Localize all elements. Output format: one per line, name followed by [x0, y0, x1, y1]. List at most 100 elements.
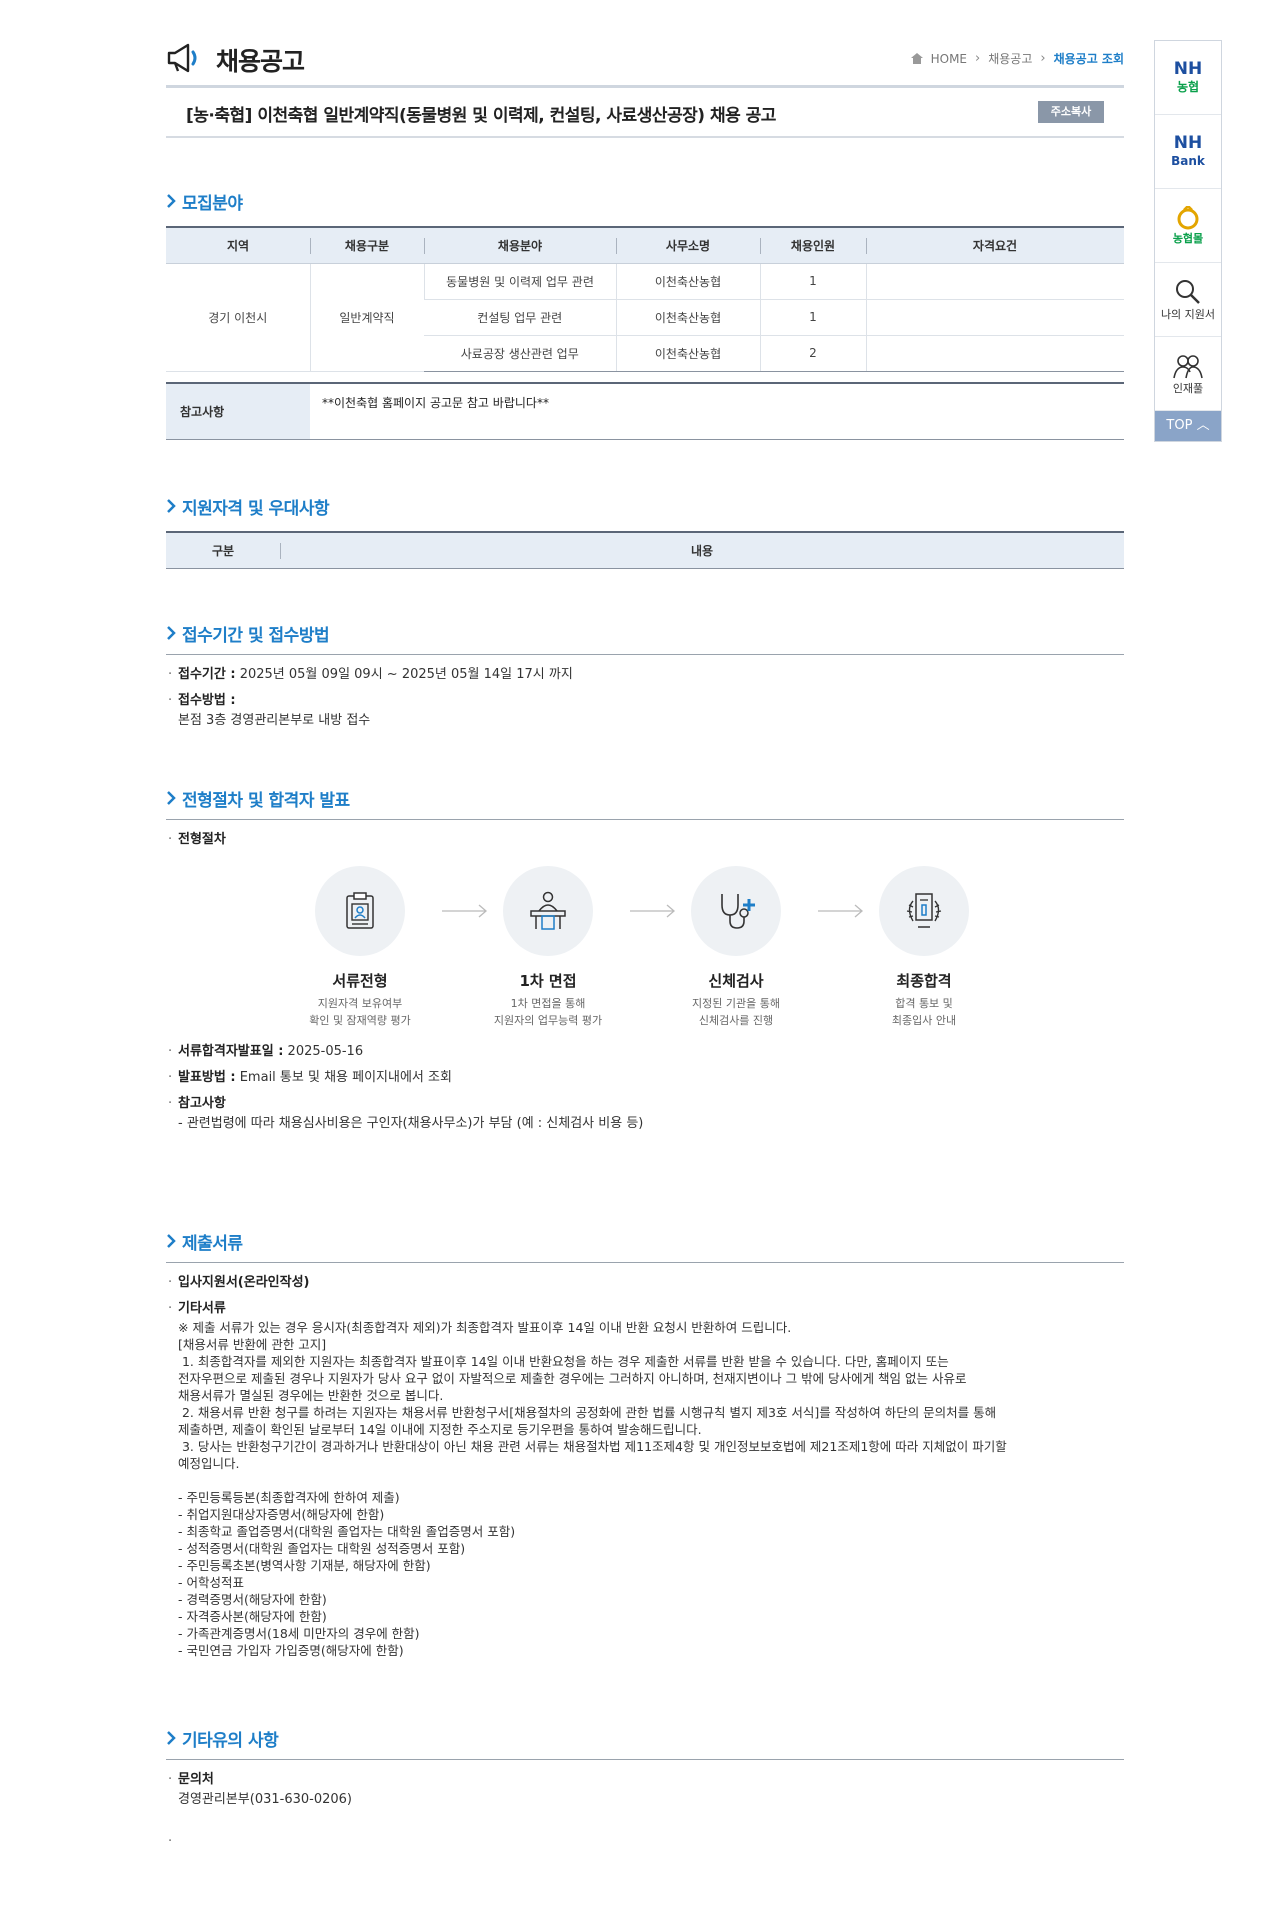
breadcrumb: HOME › 채용공고 › 채용공고 조회 — [910, 50, 1124, 67]
nh-mall-icon — [1177, 205, 1199, 229]
col-header: 구분 — [166, 531, 280, 569]
step-title: 1차 면접 — [519, 972, 577, 990]
section-chevron-icon — [167, 791, 176, 805]
quick-nh-mall[interactable]: 농협몰 — [1155, 189, 1221, 263]
nh-logo: NH 농협 — [1173, 58, 1203, 94]
step-interview: 1차 면접 1차 면접을 통해 지원자의 업무능력 평가 — [468, 866, 628, 1029]
office-cell: 이천축산농협 — [615, 335, 760, 372]
step-desc: 지정된 기관을 통해 신체검사를 진행 — [692, 997, 780, 1027]
clipboard-icon — [346, 892, 374, 929]
announce-date: 서류합격자발표일 : 2025-05-16 — [166, 1042, 1124, 1062]
note-value: **이천축협 홈페이지 공고문 참고 바랍니다** — [322, 395, 549, 410]
chevron-up-icon: ︿ — [1196, 418, 1210, 433]
qualify-section: 지원자격 및 우대사항 구분 내용 — [166, 493, 1124, 569]
interview-icon — [530, 891, 566, 930]
recruit-note: 참고사항 **이천축협 홈페이지 공고문 참고 바랍니다** — [166, 381, 1124, 440]
page-header: 채용공고 HOME › 채용공고 › 채용공고 조회 — [166, 0, 1124, 88]
region-cell: 경기 이천시 — [166, 263, 310, 372]
req-cell — [865, 335, 1124, 372]
my-application-label: 나의 지원서 — [1160, 307, 1216, 321]
col-header: 지역 — [166, 226, 310, 264]
process-label: 전형절차 — [166, 830, 1124, 850]
recruit-table: 지역 채용구분 채용분야 사무소명 채용인원 자격요건 경기 이천시 일반계약직… — [166, 226, 1124, 372]
field-cell: 컨설팅 업무 관련 — [424, 299, 616, 336]
step-desc: 합격 통보 및 최종입사 안내 — [891, 997, 957, 1027]
step-desc: 1차 면접을 통해 지원자의 업무능력 평가 — [493, 997, 603, 1027]
col-header: 채용인원 — [760, 226, 866, 264]
req-cell — [865, 263, 1124, 300]
home-icon — [910, 53, 923, 64]
section-title: 제출서류 — [182, 1233, 243, 1254]
col-header: 채용분야 — [424, 226, 616, 264]
section-chevron-icon — [167, 1731, 176, 1745]
docs-text: ※ 제출 서류가 있는 경우 응시자(최종합격자 제외)가 최종합격자 발표이후… — [178, 1320, 1007, 1658]
copy-address-button[interactable]: 주소복사 — [1038, 101, 1104, 123]
search-icon — [1176, 279, 1200, 304]
job-title-bar: [농·축협] 이천축협 일반계약직(동물병원 및 이력제, 컨설팅, 사료생산공… — [166, 88, 1124, 138]
section-chevron-icon — [167, 499, 176, 513]
section-title: 모집분야 — [182, 193, 243, 214]
count-cell: 1 — [759, 299, 866, 336]
nh-bank-logo: NH Bank — [1171, 132, 1205, 168]
announce-method: 발표방법 : Email 통보 및 채용 페이지내에서 조회 — [166, 1068, 1124, 1088]
table-row: 경기 이천시 일반계약직 동물병원 및 이력제 업무 관련 이천축산농협 1 — [166, 263, 1124, 372]
quick-talent-pool[interactable]: 인재풀 — [1155, 337, 1221, 411]
megaphone-icon — [167, 43, 197, 73]
quick-my-application[interactable]: 나의 지원서 — [1155, 263, 1221, 337]
office-cell: 이천축산농협 — [615, 263, 760, 300]
trailing-dot: · — [168, 1834, 173, 1849]
step-title: 서류전형 — [332, 972, 388, 990]
process-ref-value: - 관련법령에 따라 채용심사비용은 구인자(채용사무소)가 부담 (예 : 신… — [178, 1116, 644, 1131]
step-title: 최종합격 — [896, 972, 952, 990]
col-header: 내용 — [280, 531, 1124, 569]
step-desc: 지원자격 보유여부 확인 및 잠재역량 평가 — [309, 997, 411, 1027]
etc-section: 기타유의 사항 문의처 경영관리본부(031-630-0206) · — [166, 1725, 1124, 1849]
section-title: 접수기간 및 접수방법 — [182, 625, 330, 646]
chevron-right-icon: › — [975, 51, 981, 66]
docs-section: 제출서류 입사지원서(온라인작성) 기타서류 ※ 제출 서류가 있는 경우 응시… — [166, 1228, 1124, 1659]
process-section: 전형절차 및 합격자 발표 전형절차 서류전형 지원자격 보유여부확인 및 잠재… — [166, 785, 1124, 1134]
nh-mall-label: 농협몰 — [1172, 231, 1204, 245]
quick-nh-nonghyup[interactable]: NH 농협 — [1155, 41, 1221, 115]
page-title: 채용공고 — [216, 47, 305, 76]
stethoscope-icon — [721, 894, 755, 929]
apply-section: 접수기간 및 접수방법 접수기간 : 2025년 05월 09일 09시 ~ 2… — [166, 620, 1124, 731]
docs-item-application: 입사지원서(온라인작성) — [166, 1273, 1124, 1293]
col-header: 사무소명 — [616, 226, 760, 264]
contact-label: 문의처 — [166, 1770, 1124, 1790]
chevron-right-icon: › — [1040, 51, 1046, 66]
breadcrumb-current[interactable]: 채용공고 조회 — [1054, 50, 1124, 67]
section-chevron-icon — [167, 626, 176, 640]
quick-nh-bank[interactable]: NH Bank — [1155, 115, 1221, 189]
col-header: 자격요건 — [866, 226, 1124, 264]
step-final: 최종합격 합격 통보 및 최종입사 안내 — [844, 866, 1004, 1029]
col-header: 채용구분 — [310, 226, 424, 264]
certificate-icon — [906, 893, 942, 928]
process-ref-label: 참고사항 — [166, 1094, 1124, 1114]
field-cell: 동물병원 및 이력제 업무 관련 — [423, 263, 616, 300]
apply-method-value: 본점 3층 경영관리본부로 내방 접수 — [178, 713, 371, 728]
apply-method-label: 접수방법 : — [166, 691, 1124, 711]
section-title: 지원자격 및 우대사항 — [182, 498, 330, 519]
type-cell: 일반계약직 — [309, 263, 424, 372]
breadcrumb-home[interactable]: HOME — [931, 52, 967, 66]
step-physical: 신체검사 지정된 기관을 통해 신체검사를 진행 — [656, 866, 816, 1029]
contact-value: 경영관리본부(031-630-0206) — [178, 1792, 352, 1807]
section-chevron-icon — [167, 194, 176, 208]
count-cell: 2 — [759, 335, 866, 372]
step-title: 신체검사 — [708, 972, 764, 990]
qualify-table: 구분 내용 — [166, 531, 1124, 569]
step-document: 서류전형 지원자격 보유여부 확인 및 잠재역량 평가 — [280, 866, 440, 1029]
breadcrumb-recruit[interactable]: 채용공고 — [988, 50, 1032, 67]
people-icon — [1173, 354, 1203, 378]
top-button[interactable]: TOP ︿ — [1155, 411, 1221, 441]
quick-menu: NH 농협 NH Bank 농협몰 나의 지원서 인재풀 TOP ︿ — [1154, 40, 1222, 442]
job-title: [농·축협] 이천축협 일반계약직(동물병원 및 이력제, 컨설팅, 사료생산공… — [186, 106, 776, 126]
apply-period: 접수기간 : 2025년 05월 09일 09시 ~ 2025년 05월 14일… — [166, 665, 1124, 685]
section-title: 전형절차 및 합격자 발표 — [182, 790, 350, 811]
talent-pool-label: 인재풀 — [1172, 381, 1204, 395]
req-cell — [865, 299, 1124, 336]
office-cell: 이천축산농협 — [615, 299, 760, 336]
process-steps: 서류전형 지원자격 보유여부 확인 및 잠재역량 평가 1차 면접 1차 면접을 … — [166, 866, 1124, 1036]
docs-item-etc: 기타서류 — [166, 1299, 1124, 1319]
